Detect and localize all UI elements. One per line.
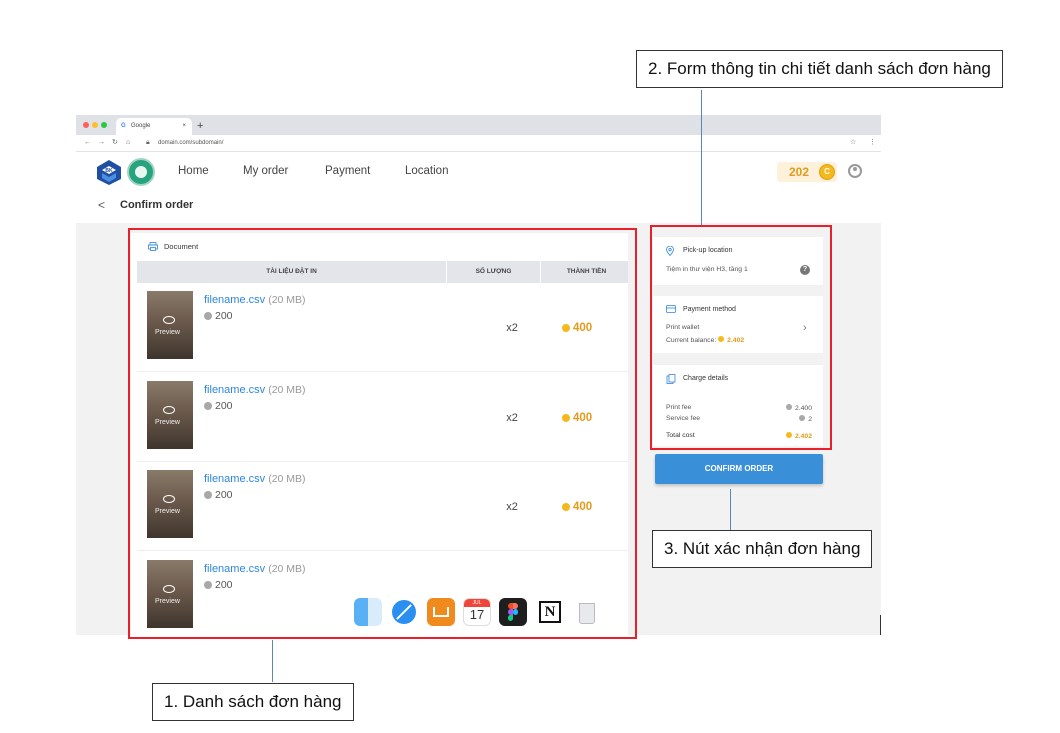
home-icon[interactable]: ⌂: [126, 135, 130, 151]
svg-text:BK: BK: [105, 168, 113, 174]
nav-home[interactable]: Home: [178, 165, 209, 177]
tab-close-icon[interactable]: ×: [182, 118, 186, 135]
forward-arrow-icon[interactable]: →: [98, 135, 105, 151]
annotation-tick: [880, 615, 881, 635]
nav-payment[interactable]: Payment: [325, 165, 370, 177]
new-tab-button[interactable]: +: [197, 118, 203, 135]
reload-icon[interactable]: ↻: [112, 135, 118, 151]
coin-balance-value: 202: [789, 165, 810, 179]
annotation-connector: [701, 90, 702, 225]
university-seal-icon: [127, 158, 155, 186]
bk-logo-icon: BK: [97, 160, 121, 185]
close-window-icon[interactable]: [83, 122, 89, 128]
bookmark-star-icon[interactable]: ☆: [850, 135, 856, 151]
url-input[interactable]: domain.com/subdomain/: [158, 135, 223, 151]
nav-location[interactable]: Location: [405, 165, 448, 177]
order-list-highlight: [128, 228, 637, 639]
annotation-button-label: 3. Nút xác nhận đơn hàng: [652, 530, 873, 568]
annotation-connector: [730, 489, 731, 530]
annotation-connector: [272, 640, 273, 682]
google-icon: G: [121, 123, 126, 129]
coin-icon: C: [819, 164, 835, 180]
browser-tab[interactable]: G Google ×: [116, 118, 192, 135]
tab-title: Google: [131, 123, 151, 129]
confirm-order-button[interactable]: CONFIRM ORDER: [655, 454, 823, 484]
back-arrow-icon[interactable]: ←: [84, 135, 91, 151]
page-title: Confirm order: [120, 199, 194, 211]
back-chevron-icon[interactable]: <: [98, 198, 105, 212]
maximize-window-icon[interactable]: [101, 122, 107, 128]
minimize-window-icon[interactable]: [92, 122, 98, 128]
lock-icon: 🔒︎: [146, 139, 150, 146]
tab-bar: G Google × +: [76, 115, 881, 135]
address-bar: ← → ↻ ⌂ 🔒︎ domain.com/subdomain/ ☆ ⋮: [76, 135, 881, 152]
annotation-list-label: 1. Danh sách đơn hàng: [152, 683, 354, 721]
nav-my-order[interactable]: My order: [243, 165, 288, 177]
user-avatar-icon[interactable]: [848, 164, 862, 178]
annotation-form-label: 2. Form thông tin chi tiết danh sách đơn…: [636, 50, 1003, 88]
app-header: BK Home My order Payment Location 202 C …: [76, 152, 881, 223]
order-detail-form-highlight: [650, 225, 832, 450]
coin-balance-badge[interactable]: 202 C: [777, 162, 837, 182]
browser-menu-icon[interactable]: ⋮: [869, 135, 876, 151]
